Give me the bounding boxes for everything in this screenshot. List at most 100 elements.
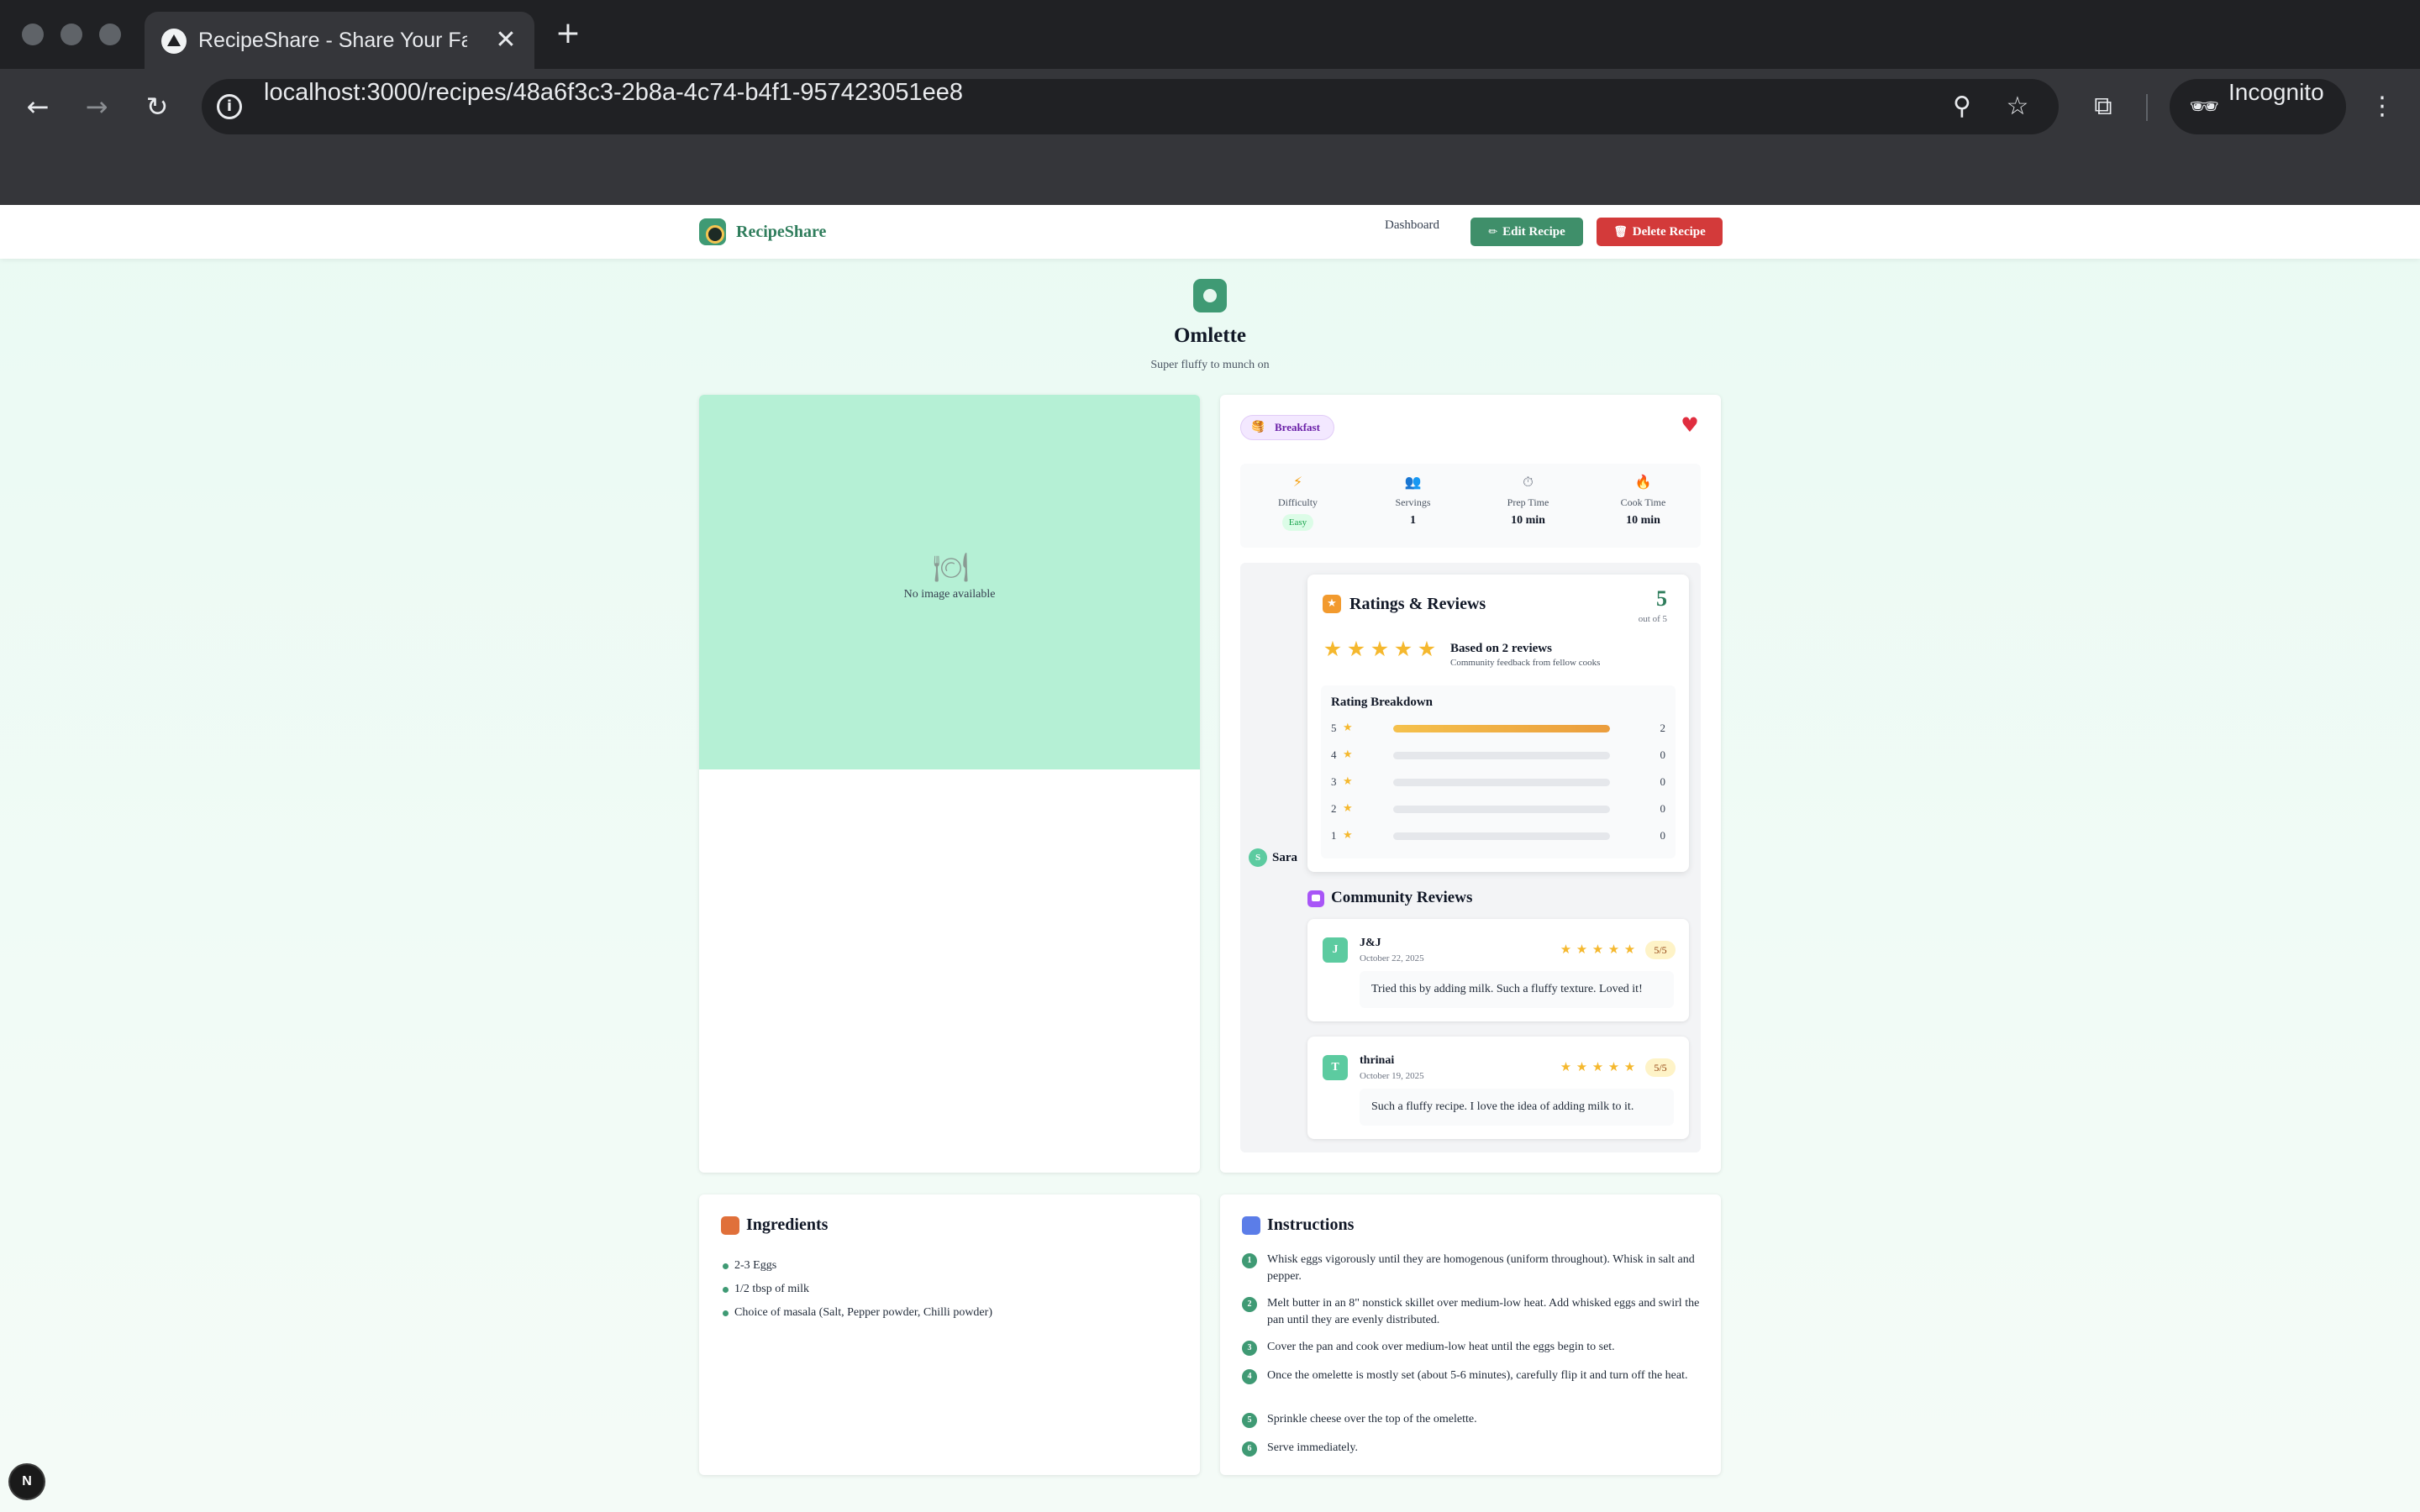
star-icon: ★: [1417, 637, 1437, 661]
recipe-title: Omlette: [1173, 324, 1247, 347]
breakdown-bar: [1393, 752, 1610, 759]
breakdown-row: 1 ★ 0: [1331, 827, 1667, 845]
based-on-reviews: Based on 2 reviews: [1450, 642, 1552, 655]
step-number: 6: [1242, 1441, 1257, 1457]
lightning-icon: ⚡: [1292, 474, 1303, 490]
reload-icon[interactable]: ↻: [138, 87, 176, 126]
breakdown-stars: 5: [1331, 722, 1337, 734]
star-icon: ★: [1623, 942, 1636, 957]
site-info-icon[interactable]: i: [217, 94, 242, 119]
community-feedback-note: Community feedback from fellow cooks: [1450, 658, 1601, 668]
breakdown-bar: [1393, 806, 1610, 813]
ingredients-icon: [721, 1216, 739, 1235]
star-icon: ★: [1393, 637, 1413, 661]
review-score-badge: 5/5: [1645, 941, 1676, 959]
ratings-title: Ratings & Reviews: [1349, 595, 1486, 613]
window-maximize-dot[interactable]: [99, 24, 121, 45]
step-text: Serve immediately.: [1267, 1441, 1358, 1454]
breakdown-count: 0: [1660, 802, 1666, 815]
out-of-label: out of 5: [1638, 614, 1667, 624]
image-placeholder: 🍽 No image available: [699, 395, 1200, 769]
tab-title: RecipeShare - Share Your Favorite Recipe…: [198, 29, 467, 52]
star-icon: ★: [1607, 942, 1620, 957]
pencil-icon: ✏: [1488, 226, 1498, 239]
window-minimize-dot[interactable]: [60, 24, 82, 45]
stat-value: 10 min: [1626, 514, 1660, 527]
incognito-icon: 🕶: [2189, 92, 2219, 120]
browser-tab-bar: RecipeShare - Share Your Favorite Recipe…: [0, 0, 2420, 69]
bookmark-star-icon[interactable]: ☆: [2000, 89, 2035, 124]
average-stars: ★ ★ ★ ★ ★: [1321, 637, 1439, 662]
star-icon: ★: [1343, 748, 1353, 761]
breakdown-row: 3 ★ 0: [1331, 773, 1667, 791]
nextjs-dev-badge[interactable]: N: [10, 1465, 44, 1499]
no-image-text: No image available: [903, 588, 996, 601]
category-badge: 🥞 Breakfast: [1240, 415, 1334, 440]
review-date: October 22, 2025: [1360, 953, 1424, 963]
reviews-panel: S Sara ★ Ratings & Reviews 5 out of 5 ★ ★…: [1240, 563, 1701, 1152]
edit-recipe-label: Edit Recipe: [1502, 225, 1565, 239]
star-icon: ★: [1576, 1059, 1588, 1074]
bullet-dot: [723, 1287, 729, 1293]
breakdown-stars: 1: [1331, 829, 1337, 842]
stat-label: Prep Time: [1507, 496, 1549, 508]
instructions-title: Instructions: [1267, 1215, 1355, 1234]
browser-toolbar: ← → ↻ i localhost:3000/recipes/48a6f3c3-…: [0, 69, 2420, 144]
ingredient-text: 1/2 tbsp of milk: [734, 1283, 810, 1295]
breakdown-count: 0: [1660, 775, 1666, 788]
nav-dashboard-link[interactable]: Dashboard: [1385, 218, 1439, 245]
review-date: October 19, 2025: [1360, 1071, 1424, 1081]
stat-label: Servings: [1395, 496, 1431, 508]
ratings-card: ★ Ratings & Reviews 5 out of 5 ★ ★ ★ ★ ★ Bas…: [1307, 575, 1689, 872]
delete-recipe-button[interactable]: 🗑 Delete Recipe: [1597, 218, 1723, 246]
ingredients-card: Ingredients 2-3 Eggs 1/2 tbsp of milk Ch…: [699, 1194, 1200, 1475]
star-icon: ★: [1343, 829, 1353, 842]
breakdown-stars: 2: [1331, 802, 1337, 815]
category-label: Breakfast: [1275, 421, 1320, 433]
breakdown-bar: [1393, 725, 1610, 732]
zoom-icon[interactable]: ⚲: [1944, 89, 1980, 124]
star-icon: ★: [1576, 942, 1588, 957]
incognito-indicator[interactable]: 🕶 Incognito: [2170, 79, 2346, 134]
community-reviews-title: Community Reviews: [1331, 889, 1473, 906]
review-text: Such a fluffy recipe. I love the idea of…: [1360, 1089, 1674, 1126]
address-bar[interactable]: i localhost:3000/recipes/48a6f3c3-2b8a-4…: [202, 79, 2059, 134]
difficulty-badge: Easy: [1282, 514, 1313, 531]
star-badge-icon: ★: [1323, 595, 1341, 613]
fire-icon: 🔥: [1634, 474, 1652, 490]
step-text: Whisk eggs vigorously until they are hom…: [1267, 1253, 1695, 1283]
browser-tab-active[interactable]: RecipeShare - Share Your Favorite Recipe…: [145, 12, 534, 69]
app-header: RecipeShare Dashboard ✏ Edit Recipe 🗑 Dele…: [0, 205, 2420, 259]
favorite-heart-icon[interactable]: ♥: [1678, 413, 1702, 437]
url-text[interactable]: localhost:3000/recipes/48a6f3c3-2b8a-4c7…: [264, 79, 963, 134]
breakdown-count: 0: [1660, 829, 1666, 842]
new-tab-icon[interactable]: +: [551, 17, 585, 50]
reviewer-avatar: J: [1323, 937, 1348, 963]
breakdown-bar: [1393, 832, 1610, 840]
page-viewport: RecipeShare Dashboard ✏ Edit Recipe 🗑 Dele…: [0, 205, 2420, 1512]
kebab-menu-icon[interactable]: ⋮: [2363, 87, 2402, 126]
stat-prep-time: ⏱ Prep Time 10 min: [1470, 464, 1586, 548]
step-number: 3: [1242, 1341, 1257, 1356]
rating-breakdown: Rating Breakdown 5 ★ 2 4 ★ 0 3 ★ 0 2 ★ 0…: [1321, 685, 1676, 858]
step-text: Melt butter in an 8" nonstick skillet ov…: [1267, 1297, 1700, 1326]
tab-search-icon[interactable]: ⧉: [2084, 87, 2123, 126]
stat-label: Difficulty: [1277, 496, 1318, 508]
back-arrow-icon[interactable]: ←: [18, 87, 57, 126]
star-icon: ★: [1343, 802, 1353, 815]
breakdown-row: 5 ★ 2: [1331, 719, 1667, 738]
logo-icon[interactable]: [699, 218, 726, 245]
stat-value: 10 min: [1511, 514, 1545, 527]
step-text: Once the omelette is mostly set (about 5…: [1267, 1369, 1688, 1382]
stat-servings: 👥 Servings 1: [1355, 464, 1470, 548]
review-stars: ★ ★ ★ ★ ★: [1558, 939, 1638, 959]
window-close-dot[interactable]: [22, 24, 44, 45]
tab-close-icon[interactable]: ✕: [489, 24, 523, 57]
brand-name[interactable]: RecipeShare: [736, 217, 826, 247]
stat-value: 1: [1410, 514, 1416, 527]
breakdown-stars: 3: [1331, 775, 1337, 788]
edit-recipe-button[interactable]: ✏ Edit Recipe: [1470, 218, 1583, 246]
breakdown-row: 4 ★ 0: [1331, 746, 1667, 764]
forward-arrow-icon[interactable]: →: [77, 87, 116, 126]
breakdown-row: 2 ★ 0: [1331, 800, 1667, 818]
